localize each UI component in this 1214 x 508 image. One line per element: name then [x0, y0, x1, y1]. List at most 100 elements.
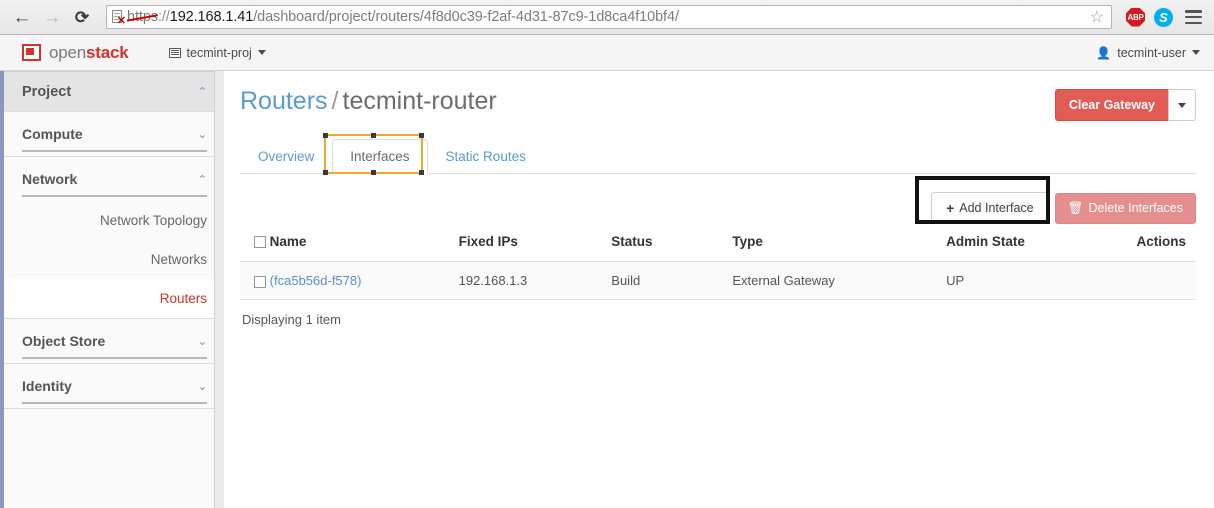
table-footer-count: Displaying 1 item	[242, 312, 341, 327]
chevron-down-icon: ⌄	[197, 127, 207, 141]
sidebar-item-label: Network Topology	[99, 213, 207, 228]
url-path: /dashboard/project/routers/4f8d0c39-f2af…	[253, 9, 679, 25]
header-admin-state[interactable]: Admin State	[946, 228, 1137, 262]
skype-icon[interactable]: S	[1154, 7, 1173, 27]
chevron-down-icon: ⌄	[197, 379, 207, 393]
tab-label: Overview	[258, 149, 315, 164]
chevron-down-icon: ⌄	[197, 334, 207, 348]
sidebar-item-routers[interactable]: Routers	[0, 279, 223, 318]
sidebar-section-project-label: Project	[22, 83, 72, 100]
user-menu-label: tecmint-user	[1117, 45, 1186, 60]
tab-label: Interfaces	[350, 149, 410, 164]
openstack-topbar: openstack tecmint-proj 👤 tecmint-user	[0, 35, 1214, 71]
table-row[interactable]: (fca5b56d-f578) 192.168.1.3 Build Extern…	[240, 261, 1196, 300]
tab-label: Static Routes	[445, 149, 526, 164]
header-actions: Actions	[1136, 228, 1196, 262]
sidebar-item-network-topology[interactable]: Network Topology	[0, 201, 223, 240]
table-action-bar: + Add Interface 🗑 Delete Interfaces	[240, 174, 1196, 228]
page-title: tecmint-router	[342, 87, 497, 115]
project-switcher[interactable]: tecmint-proj	[168, 45, 266, 60]
breadcrumb: Routers / tecmint-router	[240, 85, 497, 117]
sidebar-group-network: Network ⌃ Network Topology Networks Rout…	[0, 157, 223, 319]
select-all-header	[240, 228, 270, 262]
reload-button[interactable]: ⟳	[68, 3, 96, 31]
sidebar-scrollbar[interactable]	[214, 71, 224, 508]
interfaces-table: Name Fixed IPs Status Type Admin State A…	[240, 228, 1196, 300]
cell-type: External Gateway	[732, 261, 947, 300]
delete-interfaces-button[interactable]: 🗑 Delete Interfaces	[1054, 192, 1196, 224]
url-text: https://192.168.1.41/dashboard/project/r…	[127, 9, 679, 25]
url-separator: ://	[157, 9, 170, 25]
forward-button[interactable]: →	[38, 3, 66, 31]
adblock-plus-icon[interactable]: ABP	[1126, 7, 1145, 27]
tab-overview[interactable]: Overview	[240, 139, 332, 174]
sidebar-group-compute: Compute ⌄	[0, 112, 223, 157]
row-select-cell	[240, 261, 270, 300]
openstack-wordmark: openstack	[49, 42, 129, 62]
interface-link[interactable]: (fca5b56d-f578)	[270, 273, 362, 288]
table-body: (fca5b56d-f578) 192.168.1.3 Build Extern…	[240, 261, 1196, 300]
bookmark-star-icon[interactable]: ☆	[1087, 7, 1107, 27]
delete-interfaces-label: Delete Interfaces	[1088, 201, 1184, 215]
cell-fixed-ips: 192.168.1.3	[458, 261, 612, 300]
add-interface-label: Add Interface	[959, 201, 1034, 215]
tab-static-routes[interactable]: Static Routes	[428, 139, 544, 174]
header-name[interactable]: Name	[269, 228, 459, 262]
openstack-logo[interactable]: openstack	[22, 43, 129, 63]
url-host: 192.168.1.41	[169, 9, 254, 25]
sidebar: Project ⌃ Compute ⌄ Network ⌃ Network To…	[0, 71, 224, 508]
browser-menu-icon[interactable]	[1185, 10, 1202, 24]
table-header: Name Fixed IPs Status Type Admin State A…	[240, 228, 1196, 262]
breadcrumb-separator: /	[331, 87, 339, 115]
header-type[interactable]: Type	[732, 228, 947, 262]
add-interface-button[interactable]: + Add Interface	[931, 192, 1049, 224]
trash-icon: 🗑	[1067, 200, 1084, 215]
select-all-checkbox[interactable]	[254, 236, 266, 249]
sidebar-item-networks[interactable]: Networks	[0, 240, 223, 279]
sidebar-group-object-store: Object Store ⌄	[0, 319, 223, 364]
cell-name: (fca5b56d-f578)	[269, 261, 459, 300]
project-list-icon	[168, 47, 181, 58]
url-scheme: https	[127, 9, 158, 25]
chevron-up-icon: ⌃	[197, 172, 207, 186]
user-avatar-icon: 👤	[1096, 45, 1112, 60]
user-menu[interactable]: 👤 tecmint-user	[1096, 46, 1200, 60]
sidebar-item-label: Routers	[159, 291, 207, 306]
tab-interfaces[interactable]: Interfaces	[332, 139, 428, 174]
cell-admin-state: UP	[946, 261, 1137, 300]
main-content: Routers / tecmint-router Clear Gateway Ove…	[224, 71, 1214, 508]
sidebar-group-identity-label: Identity	[22, 378, 72, 394]
project-switcher-label: tecmint-proj	[186, 45, 252, 60]
sidebar-group-identity-header[interactable]: Identity ⌄	[0, 364, 223, 408]
sidebar-section-project[interactable]: Project ⌃	[0, 71, 223, 112]
table-header-row: Name Fixed IPs Status Type Admin State A…	[240, 228, 1196, 262]
cell-actions	[1136, 261, 1196, 300]
header-fixed-ips[interactable]: Fixed IPs	[458, 228, 612, 262]
sidebar-group-network-label: Network	[22, 171, 78, 187]
sidebar-group-compute-header[interactable]: Compute ⌄	[0, 112, 223, 156]
sidebar-group-compute-label: Compute	[22, 126, 83, 142]
sidebar-group-object-store-header[interactable]: Object Store ⌄	[0, 319, 223, 363]
sidebar-group-network-header[interactable]: Network ⌃	[0, 157, 223, 201]
browser-toolbar: ← → ⟳ ✕ https://192.168.1.41/dashboard/p…	[0, 0, 1214, 35]
plus-icon: +	[946, 200, 955, 216]
sidebar-group-identity: Identity ⌄	[0, 364, 223, 409]
tab-bar: Overview Interfaces Static Routes	[240, 133, 1196, 175]
row-checkbox[interactable]	[254, 275, 266, 288]
breadcrumb-routers-link[interactable]: Routers	[240, 87, 328, 115]
clear-gateway-button[interactable]: Clear Gateway	[1054, 89, 1168, 121]
page-header: Routers / tecmint-router Clear Gateway	[240, 85, 1196, 129]
gateway-button-group: Clear Gateway	[1054, 89, 1196, 121]
page-layout: Project ⌃ Compute ⌄ Network ⌃ Network To…	[0, 71, 1214, 508]
gateway-dropdown-toggle[interactable]	[1168, 89, 1196, 121]
address-bar[interactable]: ✕ https://192.168.1.41/dashboard/project…	[106, 5, 1112, 29]
browser-extensions: ABP S	[1120, 7, 1206, 27]
cell-status: Build	[611, 261, 733, 300]
chevron-down-icon	[257, 50, 266, 55]
chevron-down-icon	[1192, 50, 1200, 55]
header-status[interactable]: Status	[611, 228, 733, 262]
back-button[interactable]: ←	[8, 3, 36, 31]
sidebar-item-label: Networks	[150, 252, 207, 267]
sidebar-group-object-store-label: Object Store	[22, 333, 106, 349]
certificate-invalid-icon[interactable]: ✕	[112, 9, 126, 26]
